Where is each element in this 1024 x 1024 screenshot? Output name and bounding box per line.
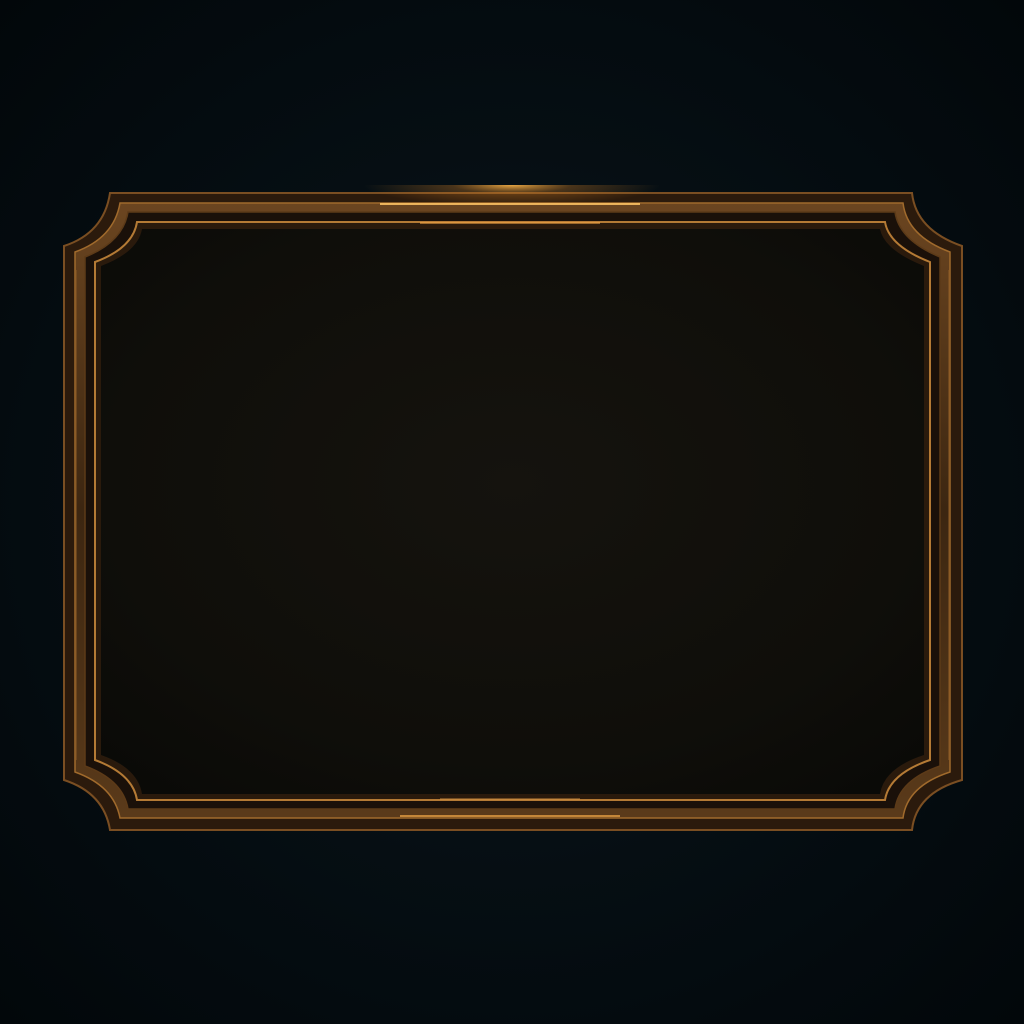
dark-background xyxy=(0,0,1024,1024)
top-light-glow xyxy=(300,185,724,245)
frame-panel xyxy=(101,229,924,794)
ornate-frame xyxy=(63,185,963,831)
